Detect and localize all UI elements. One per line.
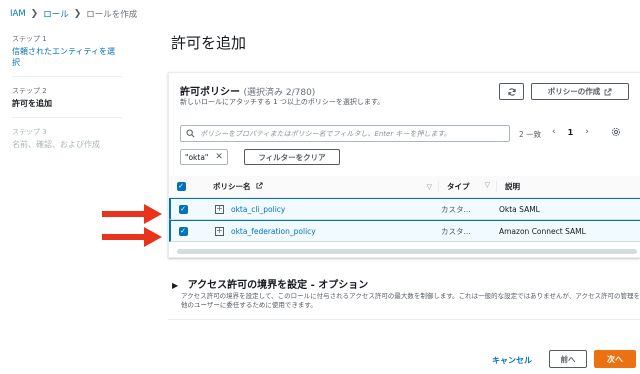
step-3-number: ステップ 3 [12,128,47,136]
boundary-toggle[interactable]: ▶ アクセス許可の境界を設定 - オプション [172,276,368,291]
boundary-title: アクセス許可の境界を設定 - オプション [187,280,369,291]
chevron-left-icon[interactable]: ‹ [552,127,556,137]
external-link-icon [256,182,263,189]
chevron-right-icon: ❯ [30,9,39,19]
external-link-icon [604,88,612,95]
breadcrumb-roles[interactable]: ロール [43,8,69,20]
sort-caret-icon[interactable]: ▽ [485,181,490,192]
filter-token-label: "okta" [185,152,209,162]
select-all-cell: ✓ [169,182,193,191]
step-2-number: ステップ 2 [12,87,47,95]
refresh-button[interactable] [499,83,524,100]
table-row[interactable]: ✓ + okta_cli_policy カスタ... Okta SAML [169,198,640,220]
expand-icon[interactable]: + [215,204,224,214]
page-number[interactable]: 1 [568,128,574,137]
breadcrumb-iam[interactable]: IAM [10,9,26,19]
policies-table: ✓ ポリシー名 ▽ タイプ ▽ 説明 ✓ + okta_cli_policy カ… [169,176,640,242]
step-1-title[interactable]: 信頼されたエンティティを選択 [12,46,122,68]
header-type[interactable]: タイプ ▽ [439,181,497,192]
cancel-button[interactable]: キャンセル [492,355,532,366]
row-checkbox[interactable]: ✓ [178,226,188,236]
row-checkbox[interactable]: ✓ [178,204,188,214]
step-2-title: 許可を追加 [12,99,52,108]
policy-search-input[interactable]: ポリシーをプロパティまたはポリシー名でフィルタし、Enter キーを押します。 [180,125,510,142]
wizard-steps: ステップ 1 信頼されたエンティティを選択 ステップ 2 許可を追加 ステップ … [12,34,122,167]
sort-caret-icon[interactable]: ▽ [427,183,432,191]
header-description: 説明 [505,182,520,191]
next-button[interactable]: 次へ [594,350,636,368]
gear-icon-svg [611,127,621,137]
table-row[interactable]: ✓ + okta_federation_policy カスタ... Amazon… [169,220,640,242]
breadcrumb-create-role: ロールを作成 [86,10,138,20]
permissions-policies-panel: 許可ポリシー (選択済み 2/780) 新しいロールにアタッチする 1 つ以上の… [168,72,640,258]
step-2: ステップ 2 許可を追加 [12,86,122,118]
select-all-checkbox[interactable]: ✓ [176,182,186,191]
close-icon[interactable]: ✕ [215,152,223,162]
create-policy-label: ポリシーの作成 [547,87,601,96]
panel-description: 新しいロールにアタッチする 1 つ以上のポリシーを選択します。 [180,98,385,106]
step-1: ステップ 1 信頼されたエンティティを選択 [12,34,122,77]
page-title: 許可を追加 [171,34,247,52]
search-placeholder: ポリシーをプロパティまたはポリシー名でフィルタし、Enter キーを押します。 [200,129,451,138]
arrow-annotation-icon [102,204,162,224]
header-name-text: ポリシー名 [213,182,251,191]
chevron-right-icon[interactable]: › [585,127,589,137]
policy-name-cell: + okta_cli_policy [195,204,441,214]
row-checkbox-cell: ✓ [171,226,195,236]
policy-type: カスタ... [441,204,471,214]
match-count: 2 一致 [519,130,542,139]
policy-link[interactable]: okta_federation_policy [231,227,316,236]
policy-description: Amazon Connect SAML [499,226,586,236]
create-policy-button[interactable]: ポリシーの作成 [531,83,629,100]
expand-icon[interactable]: + [215,226,224,236]
arrow-annotation-icon [102,227,162,247]
step-3-title: 名前、確認、および作成 [12,140,100,149]
panel-title: 許可ポリシー (選択済み 2/780) [180,83,315,98]
breadcrumb: IAM ❯ ロール ❯ ロールを作成 [10,8,137,20]
search-icon [186,129,195,138]
table-header: ✓ ポリシー名 ▽ タイプ ▽ 説明 [169,176,640,198]
gear-icon[interactable] [611,127,621,140]
header-policy-name[interactable]: ポリシー名 ▽ [193,181,439,192]
chevron-right-icon: ❯ [73,9,82,19]
step-3: ステップ 3 名前、確認、および作成 [12,127,122,158]
row-checkbox-cell: ✓ [171,204,195,214]
header-policy-name-label: ポリシー名 [213,181,263,192]
previous-button[interactable]: 前へ [549,350,587,368]
step-1-number: ステップ 1 [12,35,47,43]
horizontal-scrollbar[interactable] [177,249,637,254]
caret-right-icon: ▶ [172,281,179,290]
policy-link[interactable]: okta_cli_policy [231,205,285,214]
policy-description: Okta SAML [499,204,540,214]
policy-name-cell: + okta_federation_policy [195,226,441,236]
boundary-description: アクセス許可の境界を設定して、このロールに付与されるアクセス許可の最大数を制御し… [181,292,640,309]
policy-type: カスタ... [441,226,471,236]
clear-filters-button[interactable]: フィルターをクリア [244,149,340,165]
filter-token: "okta" ✕ [180,149,228,165]
refresh-icon [507,87,516,96]
header-type-label: タイプ [447,182,470,191]
permissions-boundary-section: ▶ アクセス許可の境界を設定 - オプション アクセス許可の境界を設定して、この… [168,268,640,320]
pagination: ‹ 1 › [552,127,589,137]
